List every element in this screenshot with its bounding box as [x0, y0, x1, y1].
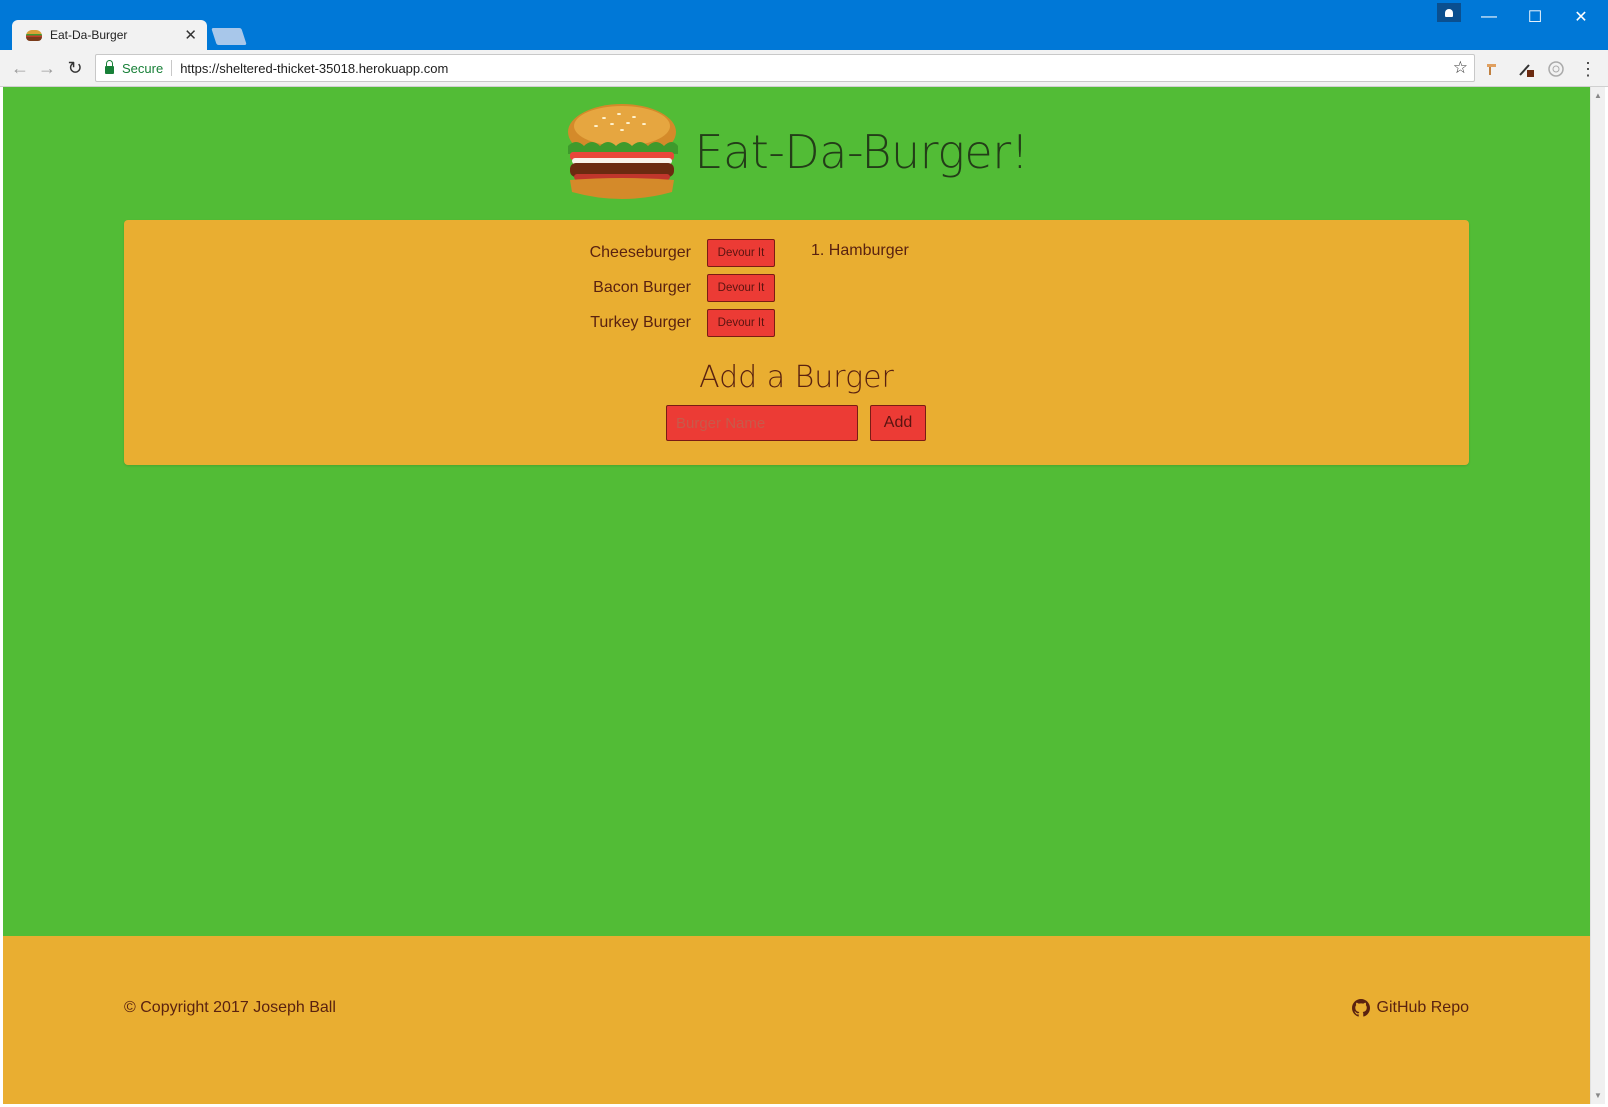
browser-toolbar: ← → ↻ Secure https://sheltered-thicket-3…: [0, 50, 1608, 87]
page-footer: © Copyright 2017 Joseph Ball GitHub Repo: [3, 936, 1590, 1104]
burger-name: Cheeseburger: [589, 244, 691, 261]
devour-button[interactable]: Devour It: [707, 239, 775, 267]
burger-name: Turkey Burger: [590, 314, 691, 331]
omnibox-divider: [171, 60, 173, 76]
github-repo-label: GitHub Repo: [1376, 999, 1470, 1016]
browser-menu-icon[interactable]: ⋮: [1577, 58, 1599, 80]
close-window-button[interactable]: ✕: [1558, 0, 1604, 34]
bookmark-star-icon[interactable]: ☆: [1453, 58, 1468, 78]
new-tab-button[interactable]: [211, 28, 247, 45]
back-icon[interactable]: ←: [8, 56, 32, 80]
address-bar[interactable]: Secure https://sheltered-thicket-35018.h…: [95, 54, 1475, 82]
extension-circle-icon[interactable]: [1545, 58, 1567, 80]
burger-icon: [568, 104, 679, 199]
add-burger-button[interactable]: Add: [870, 405, 926, 441]
maximize-button[interactable]: ☐: [1512, 0, 1558, 34]
github-repo-link[interactable]: GitHub Repo: [1351, 999, 1470, 1017]
burger-name-input[interactable]: [666, 405, 858, 441]
devour-button[interactable]: Devour It: [707, 274, 775, 302]
scroll-down-icon[interactable]: ▼: [1594, 1091, 1602, 1100]
burger-favicon-icon: [26, 29, 42, 41]
browser-tab[interactable]: Eat-Da-Burger ✕: [12, 20, 207, 50]
list-item: Cheeseburger Devour It: [124, 239, 777, 267]
secure-label: Secure: [122, 60, 164, 76]
extension-eyedropper-icon[interactable]: [1515, 58, 1537, 80]
extension-hammer-icon[interactable]: [1482, 58, 1504, 80]
scroll-up-icon[interactable]: ▲: [1594, 91, 1602, 100]
burger-panel: Cheeseburger Devour It Bacon Burger Devo…: [124, 220, 1469, 465]
uneaten-burger-list: Cheeseburger Devour It Bacon Burger Devo…: [124, 239, 777, 344]
url-text[interactable]: https://sheltered-thicket-35018.herokuap…: [180, 61, 1453, 76]
page-header: Eat-Da-Burger!: [3, 101, 1590, 203]
devour-button[interactable]: Devour It: [707, 309, 775, 337]
tab-close-icon[interactable]: ✕: [184, 28, 197, 43]
list-item: Bacon Burger Devour It: [124, 274, 777, 302]
site-title: Eat-Da-Burger!: [694, 125, 1029, 179]
list-item: Turkey Burger Devour It: [124, 309, 777, 337]
minimize-button[interactable]: —: [1466, 0, 1512, 34]
add-burger-heading: Add a Burger: [699, 360, 894, 395]
forward-icon[interactable]: →: [35, 56, 59, 80]
profile-icon[interactable]: [1437, 3, 1461, 22]
lock-icon: [105, 60, 114, 74]
reload-icon[interactable]: ↻: [63, 56, 87, 80]
copyright-text: © Copyright 2017 Joseph Ball: [124, 999, 336, 1016]
page-body: Eat-Da-Burger! Cheeseburger Devour It Ba…: [3, 87, 1590, 936]
page-viewport: Eat-Da-Burger! Cheeseburger Devour It Ba…: [3, 87, 1590, 1104]
burger-name: Bacon Burger: [593, 279, 691, 296]
tab-title: Eat-Da-Burger: [50, 28, 128, 42]
github-icon: [1351, 999, 1370, 1017]
browser-title-bar: Eat-Da-Burger ✕ — ☐ ✕: [0, 0, 1608, 50]
devoured-burger-item: 1. Hamburger: [811, 242, 909, 259]
page-scrollbar[interactable]: ▲ ▼: [1590, 87, 1605, 1104]
